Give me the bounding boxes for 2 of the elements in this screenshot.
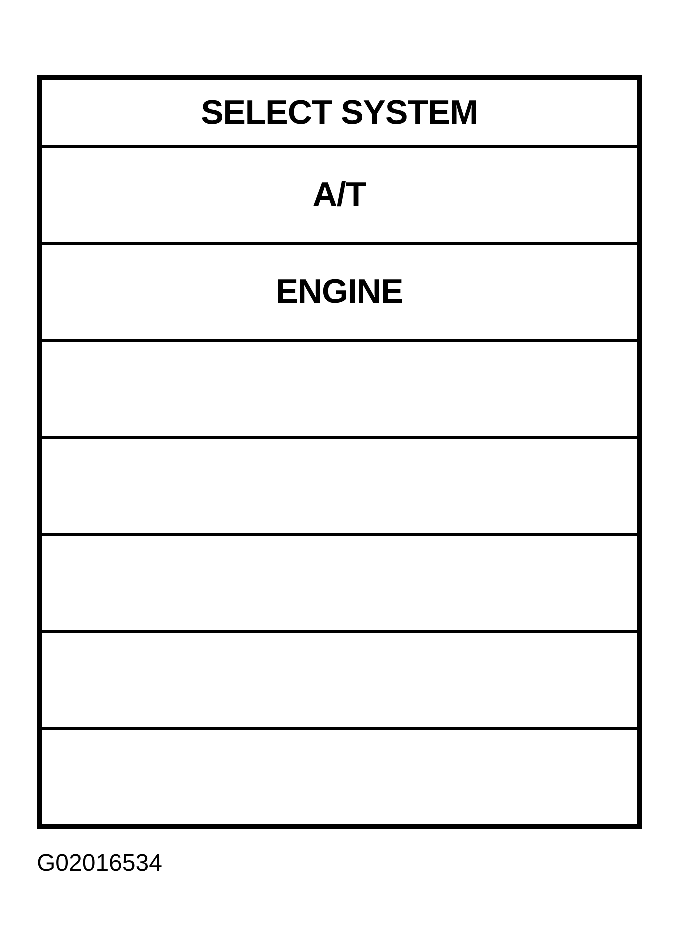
- menu-title: SELECT SYSTEM: [201, 96, 478, 130]
- figure-code: G02016534: [37, 850, 162, 878]
